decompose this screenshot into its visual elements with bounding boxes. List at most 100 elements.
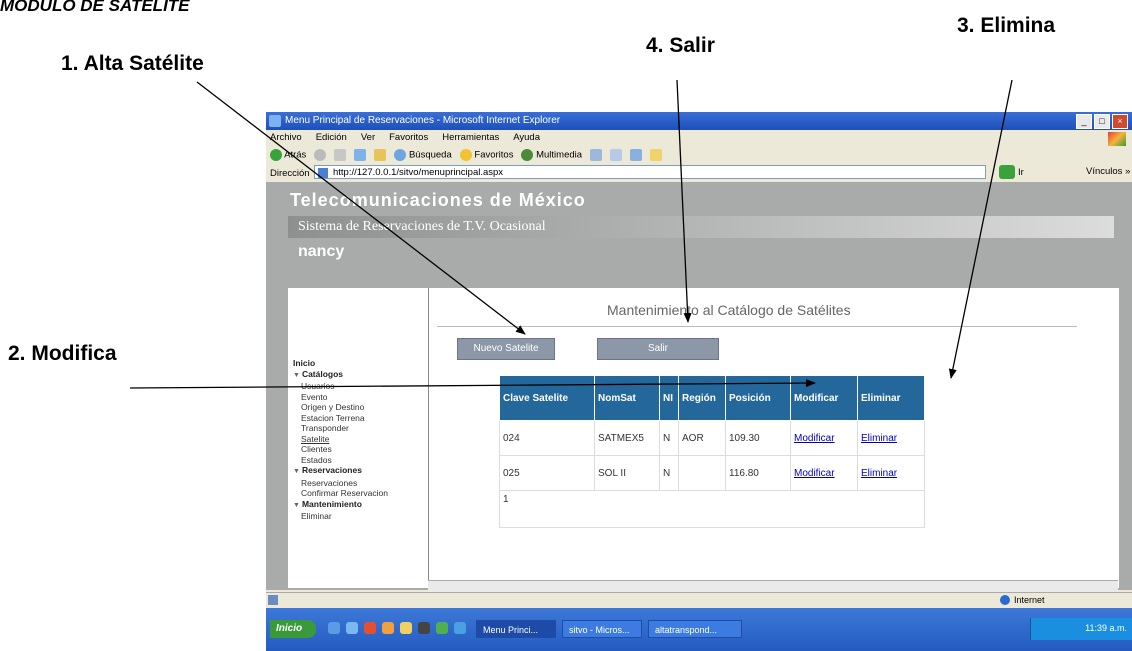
close-button[interactable]: × [1112, 114, 1128, 129]
go-arrow-icon [999, 165, 1015, 179]
links-label[interactable]: Vínculos » [1086, 166, 1130, 177]
taskbar-item[interactable]: sitvo - Micros... [562, 620, 642, 638]
status-bar: Internet [266, 592, 1132, 609]
cell-posicion: 116.80 [725, 455, 791, 491]
taskbar-item[interactable]: altatranspond... [648, 620, 742, 638]
col-nomsat: NomSat [594, 375, 660, 421]
menu-ayuda[interactable]: Ayuda [513, 130, 540, 146]
nav-reservaciones-head[interactable]: ▼ Reservaciones [293, 465, 388, 478]
multimedia-icon [521, 149, 534, 161]
browser-window: Menu Principal de Reservaciones - Micros… [266, 112, 1132, 651]
app-title: Telecomunicaciones de México [290, 190, 586, 210]
modificar-link[interactable]: Modificar [794, 433, 835, 444]
maximize-button[interactable]: □ [1094, 114, 1110, 129]
nav-evento[interactable]: Evento [293, 392, 388, 403]
menu-archivo[interactable]: Archivo [270, 130, 302, 146]
nav-inicio[interactable]: Inicio [293, 358, 388, 369]
cell-region: AOR [678, 420, 726, 456]
menu-edicion[interactable]: Edición [316, 130, 347, 146]
refresh-icon[interactable] [354, 149, 367, 161]
table-header-row: Clave Satelite NomSat NI Región Posición… [499, 375, 925, 421]
nav-estacion-terrena[interactable]: Estacion Terrena [293, 413, 388, 424]
page-number[interactable]: 1 [499, 490, 925, 528]
nav-eliminar[interactable]: Eliminar [293, 511, 388, 522]
main-pane: Mantenimiento al Catálogo de Satélites N… [428, 288, 1119, 588]
ie-quicklaunch-icon[interactable] [328, 622, 340, 634]
window-titlebar: Menu Principal de Reservaciones - Micros… [266, 112, 1132, 130]
nav-confirmar-reservacion[interactable]: Confirmar Reservacion [293, 488, 388, 499]
address-label: Dirección [270, 167, 310, 179]
forward-arrow-icon[interactable] [314, 149, 327, 161]
eliminar-link[interactable]: Eliminar [861, 468, 897, 479]
taskbar: Inicio Menu Princi... sitvo - Micros... … [266, 608, 1132, 651]
callout-alta-satelite: 1. Alta Satélite [61, 52, 204, 75]
system-banner: Sistema de Reservaciones de T.V. Ocasion… [288, 216, 1114, 238]
cell-nomsat: SATMEX5 [594, 420, 660, 456]
windows-logo-icon [1108, 132, 1126, 146]
nav-origen-destino[interactable]: Origen y Destino [293, 402, 388, 413]
cell-nomsat: SOL II [594, 455, 660, 491]
col-clave: Clave Satelite [499, 375, 595, 421]
modificar-link[interactable]: Modificar [794, 468, 835, 479]
address-input[interactable]: http://127.0.0.1/sitvo/menuprincipal.asp… [314, 165, 986, 179]
collapse-icon: ▼ [293, 371, 300, 379]
new-satellite-button[interactable]: Nuevo Satelite [457, 338, 555, 360]
table-row: 024 SATMEX5 N AOR 109.30 Modificar Elimi… [499, 420, 925, 456]
stop-icon[interactable] [334, 149, 347, 161]
callout-salir: 4. Salir [646, 34, 715, 57]
col-ni: NI [659, 375, 679, 421]
back-button[interactable]: Atrás [270, 149, 306, 161]
user-name: nancy [298, 243, 345, 260]
app-quicklaunch-icon[interactable] [436, 622, 448, 634]
divider [437, 326, 1077, 327]
folder-quicklaunch-icon[interactable] [400, 622, 412, 634]
nav-mantenimiento[interactable]: ▼ Mantenimiento [293, 499, 388, 512]
cell-clave: 024 [499, 420, 595, 456]
cell-ni: N [659, 455, 679, 491]
browser-toolbar: Atrás Búsqueda Favoritos Multimedia [266, 146, 1132, 164]
nav-estados[interactable]: Estados [293, 455, 388, 466]
satellites-table: Clave Satelite NomSat NI Región Posición… [499, 375, 925, 528]
collapse-icon: ▼ [293, 501, 300, 509]
desktop-quicklaunch-icon[interactable] [346, 622, 358, 634]
app-quicklaunch-icon[interactable] [418, 622, 430, 634]
nav-usuarios[interactable]: Usuarios [293, 381, 388, 392]
star-icon [459, 149, 472, 161]
eliminar-link[interactable]: Eliminar [861, 433, 897, 444]
history-icon[interactable] [590, 149, 603, 161]
app-quicklaunch-icon[interactable] [382, 622, 394, 634]
menu-ver[interactable]: Ver [361, 130, 375, 146]
favorites-button[interactable]: Favoritos [459, 149, 513, 161]
nav-catalogos[interactable]: ▼ Catálogos [293, 369, 388, 382]
print-icon[interactable] [630, 149, 643, 161]
ie-icon [269, 115, 281, 127]
nav-clientes[interactable]: Clientes [293, 444, 388, 455]
cell-ni: N [659, 420, 679, 456]
go-button[interactable]: Ir [999, 165, 1024, 179]
exit-button[interactable]: Salir [597, 338, 719, 360]
cell-clave: 025 [499, 455, 595, 491]
app-quicklaunch-icon[interactable] [454, 622, 466, 634]
table-row: 025 SOL II N 116.80 Modificar Eliminar [499, 455, 925, 491]
multimedia-button[interactable]: Multimedia [521, 149, 582, 161]
taskbar-item[interactable]: Menu Princi... [476, 620, 556, 638]
menu-herramientas[interactable]: Herramientas [442, 130, 499, 146]
app-quicklaunch-icon[interactable] [364, 622, 376, 634]
clock: 11:39 a.m. [1085, 623, 1127, 633]
search-button[interactable]: Búsqueda [394, 149, 452, 161]
menu-favoritos[interactable]: Favoritos [389, 130, 428, 146]
minimize-button[interactable]: _ [1076, 114, 1092, 129]
page-content: Telecomunicaciones de México Sistema de … [266, 182, 1132, 593]
page-icon [318, 168, 328, 178]
search-icon [394, 149, 407, 161]
nav-satelite[interactable]: Satelite [293, 434, 388, 445]
start-button[interactable]: Inicio [270, 620, 316, 638]
col-eliminar: Eliminar [857, 375, 925, 421]
nav-reservaciones[interactable]: Reservaciones [293, 478, 388, 489]
nav-transponder[interactable]: Transponder [293, 423, 388, 434]
home-icon[interactable] [374, 149, 387, 161]
folder-icon[interactable] [650, 149, 663, 161]
mail-icon[interactable] [610, 149, 623, 161]
system-tray: 11:39 a.m. [1030, 618, 1132, 640]
pager-row: 1 [499, 490, 925, 528]
